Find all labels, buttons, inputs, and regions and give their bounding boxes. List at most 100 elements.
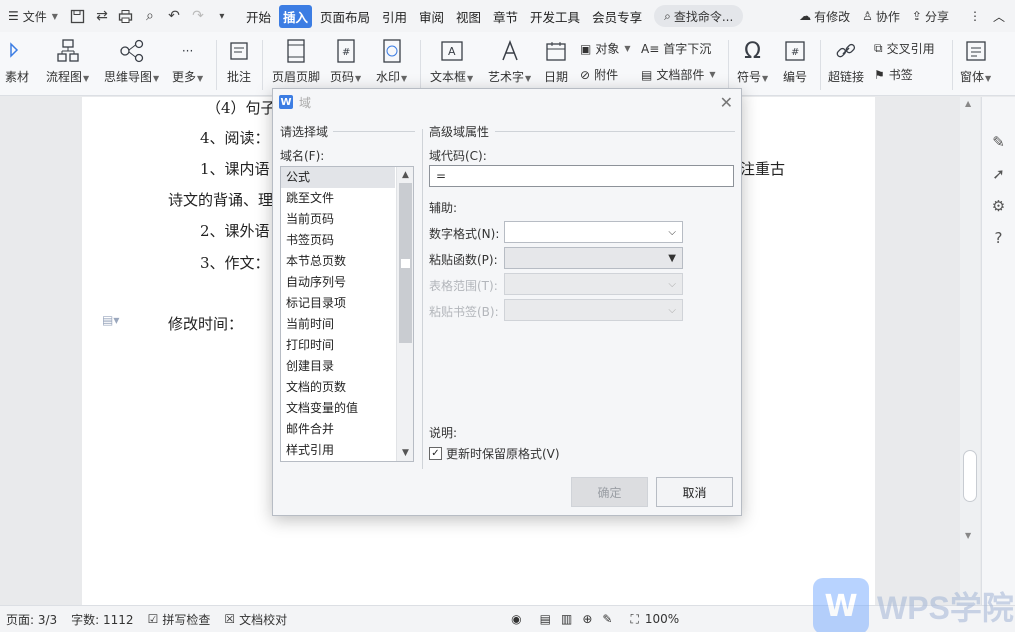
ribbon-separator (820, 40, 821, 90)
close-icon[interactable]: ✕ (720, 93, 733, 112)
export-icon[interactable]: ⇄ (90, 4, 114, 28)
date-button[interactable]: 日期 (543, 32, 569, 85)
list-item[interactable]: 打印时间 (281, 335, 395, 356)
vertical-scrollbar[interactable]: ▲ ▼ (960, 97, 980, 605)
dropdown-icon: ▼ (401, 74, 408, 83)
material-button[interactable]: 素材 (4, 32, 30, 85)
print-icon[interactable] (114, 4, 138, 28)
cancel-button[interactable]: 取消 (656, 477, 733, 507)
bookmark-button[interactable]: ⚑ 书签 (874, 66, 913, 83)
proofread-button[interactable]: ☒ 文档校对 (224, 611, 287, 628)
wordart-button[interactable]: 艺术字▼ (488, 32, 531, 85)
share-button[interactable]: ⇪ 分享 (912, 8, 949, 25)
crossref-button[interactable]: ⧉ 交叉引用 (874, 40, 935, 57)
list-item[interactable]: 邮件合并 (281, 419, 395, 440)
list-scrollbar[interactable]: ▲ ▼ (396, 167, 413, 461)
preview-icon[interactable]: ⌕ (138, 4, 162, 28)
redo-icon[interactable]: ↷ (186, 4, 210, 28)
form-button[interactable]: 窗体▼ (960, 32, 991, 85)
undo-icon[interactable]: ↶ (162, 4, 186, 28)
collaborate-button[interactable]: ♙ 协作 (862, 8, 900, 25)
pen-icon[interactable]: ✎ (602, 612, 612, 626)
advanced-properties-group-title: 高级域属性 (429, 125, 490, 139)
help-icon[interactable]: ? (995, 229, 1003, 247)
tab-developer[interactable]: 开发工具 (526, 5, 584, 28)
number-format-select[interactable]: ⌵ (504, 221, 683, 243)
page-indicator[interactable]: 页面: 3/3 (6, 611, 57, 628)
spellcheck-button[interactable]: ☑ 拼写检查 (148, 611, 211, 628)
scroll-up-icon[interactable]: ▲ (965, 99, 971, 108)
more-menu-icon[interactable]: ⋮ (969, 9, 981, 23)
list-item[interactable]: 本节总页数 (281, 251, 395, 272)
list-item[interactable]: 标记目录项 (281, 293, 395, 314)
docpart-button[interactable]: ▤ 文档部件 ▼ (641, 66, 716, 83)
scroll-down-icon[interactable]: ▼ (965, 531, 971, 540)
watermark-button[interactable]: 水印▼ (376, 32, 407, 85)
list-item[interactable]: 跳至文件 (281, 188, 395, 209)
scroll-up-icon[interactable]: ▲ (397, 167, 413, 183)
keep-format-checkbox[interactable]: ✓ 更新时保留原格式(V) (429, 445, 560, 462)
cloud-icon: ☁ (799, 9, 812, 23)
hyperlink-button[interactable]: 超链接 (828, 32, 864, 85)
list-item[interactable]: 当前时间 (281, 314, 395, 335)
word-count[interactable]: 字数: 1112 (71, 611, 133, 628)
list-item[interactable]: 书签页码 (281, 230, 395, 251)
textbox-icon: A (439, 38, 465, 64)
tab-section[interactable]: 章节 (489, 5, 522, 28)
read-view-icon[interactable]: ▥ (561, 612, 572, 626)
scroll-down-icon[interactable]: ▼ (397, 445, 413, 461)
save-icon[interactable] (66, 4, 90, 28)
list-item[interactable]: 文档的页数 (281, 377, 395, 398)
more-button[interactable]: ··· 更多▼ (172, 32, 203, 85)
cursor-icon[interactable]: ➚ (992, 165, 1005, 183)
attachment-button[interactable]: ⊘ 附件 (580, 66, 618, 83)
list-item[interactable]: 自动序列号 (281, 272, 395, 293)
zoom-level[interactable]: 100% (645, 612, 679, 626)
list-item[interactable]: 创建目录 (281, 356, 395, 377)
symbol-button[interactable]: Ω 符号▼ (737, 32, 768, 85)
tab-references[interactable]: 引用 (378, 5, 411, 28)
mindmap-button[interactable]: 思维导图▼ (104, 32, 159, 85)
table-range-select[interactable]: ⌵ (504, 273, 683, 295)
page-view-icon[interactable]: ▤ (540, 612, 551, 626)
header-footer-button[interactable]: 页眉页脚 (272, 32, 320, 85)
fit-icon[interactable]: ⛶ (630, 612, 638, 627)
paste-function-select[interactable]: ▼ (504, 247, 683, 269)
flowchart-button[interactable]: 流程图▼ (46, 32, 89, 85)
tab-member[interactable]: 会员专享 (588, 5, 646, 28)
object-button[interactable]: ▣ 对象 ▼ (580, 40, 631, 57)
dialog-title-bar[interactable]: W 域 (273, 89, 741, 115)
edit-icon[interactable]: ✎ (992, 133, 1005, 151)
list-item[interactable]: 文档变量的值 (281, 398, 395, 419)
tab-page-layout[interactable]: 页面布局 (316, 5, 374, 28)
collapse-ribbon-icon[interactable]: ︿ (993, 8, 1005, 25)
web-view-icon[interactable]: ⊕ (582, 612, 592, 626)
doc-line: 修改时间： (168, 315, 244, 333)
field-code-input[interactable]: = (429, 165, 734, 187)
page-number-button[interactable]: # 页码▼ (330, 32, 361, 85)
dropdown-icon: ▼ (762, 74, 769, 83)
field-name-list[interactable]: 公式 跳至文件 当前页码 书签页码 本节总页数 自动序列号 标记目录项 当前时间… (280, 166, 414, 462)
paste-bookmark-select[interactable]: ⌵ (504, 299, 683, 321)
paragraph-icon[interactable]: ▤▾ (102, 313, 119, 327)
more-icon[interactable]: ▾ (210, 4, 234, 28)
list-item[interactable]: 样式引用 (281, 440, 395, 461)
comment-button[interactable]: 批注 (226, 32, 252, 85)
list-item[interactable]: 当前页码 (281, 209, 395, 230)
tab-insert[interactable]: 插入 (278, 4, 312, 28)
command-search[interactable]: ⌕ 查找命令... (654, 5, 744, 27)
settings-icon[interactable]: ⚙ (992, 197, 1005, 215)
dropcap-button[interactable]: A≡ 首字下沉 (641, 40, 711, 57)
numbering-button[interactable]: # 编号 (782, 32, 808, 85)
tab-view[interactable]: 视图 (452, 5, 485, 28)
eye-icon[interactable]: ◉ (511, 612, 521, 626)
ok-button[interactable]: 确定 (571, 477, 648, 507)
scrollbar-thumb[interactable] (963, 450, 977, 502)
list-item[interactable]: 公式 (281, 167, 395, 188)
tab-home[interactable]: 开始 (242, 5, 275, 28)
modified-status[interactable]: ☁ 有修改 (799, 8, 850, 25)
textbox-button[interactable]: A 文本框▼ (430, 32, 473, 85)
file-menu[interactable]: ☰ 文件 ▼ (0, 0, 66, 32)
tab-review[interactable]: 审阅 (415, 5, 448, 28)
crossref-icon: ⧉ (874, 41, 883, 55)
